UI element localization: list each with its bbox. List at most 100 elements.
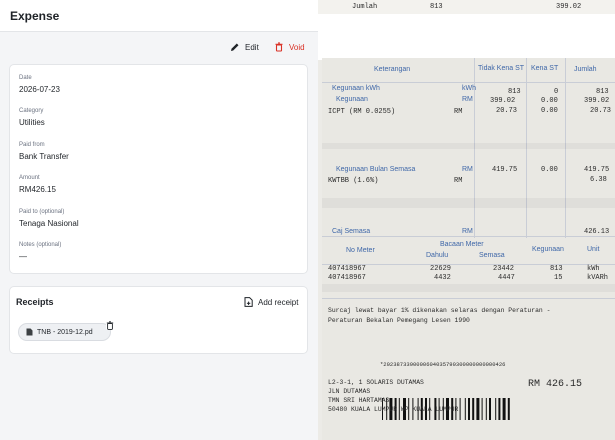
date-field: Date 2026-07-23 [19,74,299,95]
hdr-no-meter: No Meter [346,247,375,254]
row-unit: kWh [462,85,476,92]
meter-kegunaan: 15 [554,274,563,282]
row-divider [322,264,615,265]
hdr-dahulu: Dahulu [426,252,449,259]
paper-crease [322,143,615,149]
hdr-keterangan: Keterangan [374,66,411,73]
row-kena: 0.00 [541,97,558,105]
paid-from-value: Bank Transfer [19,152,69,161]
receipt-file-name: TNB - 2019-12.pd [37,328,93,336]
meter-no: 407418967 [328,274,366,282]
add-receipt-label: Add receipt [258,297,299,307]
surcaj-line: Peraturan Bekalan Pemegang Lesen 1990 [328,317,470,324]
trash-icon [275,42,283,52]
amount-value: RM426.15 [19,185,56,194]
receipts-card: Receipts Add receipt TNB - 2019-12.pd [9,286,308,354]
address-line: 50480 KUALA LUMPUR WP KUALA LUMPUR [328,406,459,413]
page-title: Expense [10,9,60,23]
date-label: Date [19,75,32,81]
hdr-tidak-kena: Tidak Kena ST [478,65,525,72]
file-plus-icon [244,297,253,307]
hdr-kegunaan: Kegunaan [532,246,564,253]
meter-unit: kWh [587,265,600,273]
receipt-file-chip[interactable]: TNB - 2019-12.pd [18,321,114,341]
document-icon [26,328,33,336]
top-jumlah-units: 813 [430,3,443,11]
meter-kegunaan: 813 [550,265,563,273]
hdr-jumlah: Jumlah [574,66,597,73]
kwtbb-unit: RM [454,177,463,185]
expense-details-card: Date 2026-07-23 Category Utilities Paid … [9,64,308,274]
meter-no: 407418967 [328,265,366,273]
meter-dahulu: 22629 [430,265,452,273]
row-tidak-kena: 20.73 [496,107,518,115]
caj-semasa-label: Caj Semasa [332,228,371,235]
paid-from-label: Paid from [19,142,45,148]
top-jumlah-amount: 399.02 [556,3,582,11]
caj-semasa-unit: RM [462,228,473,235]
add-receipt-button[interactable]: Add receipt [244,297,298,307]
remove-file-icon[interactable] [106,321,114,330]
amount-label: Amount [19,175,40,181]
date-value: 2026-07-23 [19,85,60,94]
top-jumlah-label: Jumlah [352,3,378,11]
surcaj-line: Surcaj lewat bayar 1% dikenakan selaras … [328,307,551,314]
hdr-bacaan-meter: Bacaan Meter [440,241,484,248]
row-divider [322,82,615,83]
category-label: Category [19,108,44,114]
row-tidak-kena: 813 [508,88,521,96]
row-jumlah: 813 [596,88,609,96]
bulan-semasa-jumlah: 419.75 [584,166,610,174]
panel-header: Expense [0,0,318,32]
hdr-unit: Unit [587,246,600,253]
hdr-semasa: Semasa [479,252,505,259]
paid-to-value: Tenaga Nasional [19,219,79,228]
paid-to-label: Paid to (optional) [19,209,65,215]
pencil-icon [231,43,239,51]
receipt-total: RM 426.15 [528,379,583,390]
category-value: Utilities [19,118,45,127]
receipt-preview-image: Jumlah 813 399.02 Keterangan Tidak Kena … [318,0,615,440]
meter-unit: kVARh [587,274,609,282]
hdr-kena: Kena ST [531,65,559,72]
edit-button[interactable]: Edit [230,40,259,54]
meter-dahulu: 4432 [434,274,451,282]
row-label: ICPT (RM 0.0255) [328,108,396,116]
row-label: Kegunaan kWh [332,85,380,92]
row-kena: 0 [554,88,559,96]
kwtbb-jumlah: 6.38 [590,176,607,184]
bulan-semasa-unit: RM [462,166,473,173]
bulan-semasa-kena: 0.00 [541,166,558,174]
row-jumlah: 399.02 [584,97,610,105]
paper-crease [322,198,615,208]
row-label: Kegunaan [336,96,368,103]
bulan-semasa-tidak-kena: 419.75 [492,166,518,174]
action-bar: Edit Void [0,32,318,60]
address-line: L2-3-1, 1 SOLARIS DUTAMAS [328,379,424,386]
bulan-semasa-label: Kegunaan Bulan Semasa [336,166,416,173]
row-unit: RM [462,96,473,103]
receipts-title: Receipts [16,297,54,307]
kwtbb-label: KWTBB (1.6%) [328,177,379,185]
expense-detail-panel: Expense Edit Void Date 2026-07-23 Catego… [0,0,318,440]
edit-label: Edit [245,42,259,52]
barcode-number: *2023873390000604035790300000000000426 [380,361,506,368]
row-divider [322,236,615,237]
notes-label: Notes (optional) [19,242,62,248]
meter-semasa: 23442 [493,265,515,273]
row-jumlah: 20.73 [590,107,612,115]
notes-value: — [19,252,27,261]
void-label: Void [289,42,305,52]
address-line: JLN DUTAMAS [328,388,371,395]
meter-semasa: 4447 [498,274,515,282]
row-tidak-kena: 399.02 [490,97,516,105]
paid-from-field: Paid from Bank Transfer [19,141,299,162]
notes-field: Notes (optional) — [19,241,299,262]
caj-semasa-jumlah: 426.13 [584,228,610,236]
row-divider [322,298,615,299]
row-unit: RM [454,108,463,116]
receipt-top-strip: Jumlah 813 399.02 [318,0,615,14]
void-button[interactable]: Void [274,40,305,54]
row-kena: 0.00 [541,107,558,115]
paid-to-field: Paid to (optional) Tenaga Nasional [19,208,299,229]
